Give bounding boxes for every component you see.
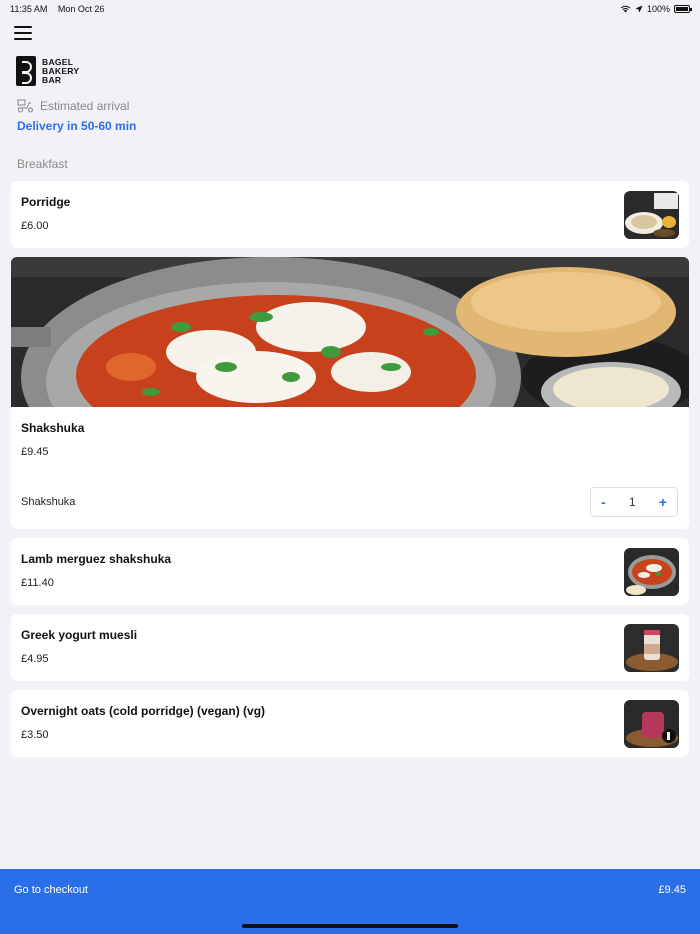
menu-icon-bar [14, 32, 32, 34]
decrease-quantity-button[interactable]: - [601, 494, 606, 510]
item-name: Lamb merguez shakshuka [21, 552, 172, 566]
status-time: 11:35 AM [10, 4, 48, 14]
estimated-arrival: Estimated arrival [17, 99, 129, 113]
status-date: Mon Oct 26 [57, 4, 105, 14]
scooter-icon [17, 99, 33, 113]
greek-yogurt-muesli-image [624, 624, 679, 672]
section-title: Breakfast [17, 157, 68, 171]
variant-label: Shakshuka [21, 496, 76, 508]
delivery-window: Delivery in 50-60 min [17, 119, 137, 133]
logo-line-3: BAR [42, 74, 62, 85]
menu-item-greek-yogurt-muesli[interactable]: Greek yogurt muesli £4.95 [11, 614, 689, 681]
checkout-button-label[interactable]: Go to checkout [14, 884, 88, 896]
increase-quantity-button[interactable]: + [659, 494, 667, 510]
item-name: Overnight oats (cold porridge) (vegan) (… [21, 704, 266, 718]
item-name: Shakshuka [21, 421, 85, 435]
lamb-merguez-shakshuka-image [624, 548, 679, 596]
shakshuka-hero-image [11, 257, 689, 407]
checkout-total: £9.45 [658, 884, 686, 896]
item-name: Greek yogurt muesli [21, 628, 138, 642]
estimated-arrival-label: Estimated arrival [40, 99, 130, 113]
menu-icon-bar [14, 38, 32, 40]
overnight-oats-image [624, 700, 679, 748]
home-indicator [242, 924, 458, 928]
menu-item-porridge[interactable]: Porridge £6.00 [11, 181, 689, 248]
item-price: £3.50 [21, 729, 49, 741]
item-name: Porridge [21, 195, 71, 209]
wifi-icon [620, 5, 631, 13]
status-bar: 11:35 AM Mon Oct 26 100% [0, 0, 700, 18]
quantity-stepper[interactable]: - 1 + [590, 487, 678, 517]
item-price: £6.00 [21, 220, 49, 232]
logo-text: BAGEL BAKERY BAR [42, 57, 79, 85]
item-price: £11.40 [21, 577, 54, 589]
menu-item-overnight-oats[interactable]: Overnight oats (cold porridge) (vegan) (… [11, 690, 689, 757]
battery-icon [674, 5, 692, 13]
menu-item-lamb-merguez-shakshuka[interactable]: Lamb merguez shakshuka £11.40 [11, 538, 689, 605]
battery-percent: 100% [646, 4, 670, 14]
menu-icon-bar [14, 26, 32, 28]
menu-button[interactable] [14, 26, 32, 40]
item-price: £9.45 [21, 446, 49, 458]
item-price: £4.95 [21, 653, 49, 665]
brand-logo: BAGEL BAKERY BAR [16, 56, 79, 86]
logo-b-icon [16, 56, 36, 86]
porridge-image [624, 191, 679, 239]
quantity-value: 1 [628, 495, 636, 509]
menu-item-shakshuka[interactable]: Shakshuka £9.45 Shakshuka - 1 + [11, 257, 689, 529]
location-arrow-icon [635, 5, 643, 13]
